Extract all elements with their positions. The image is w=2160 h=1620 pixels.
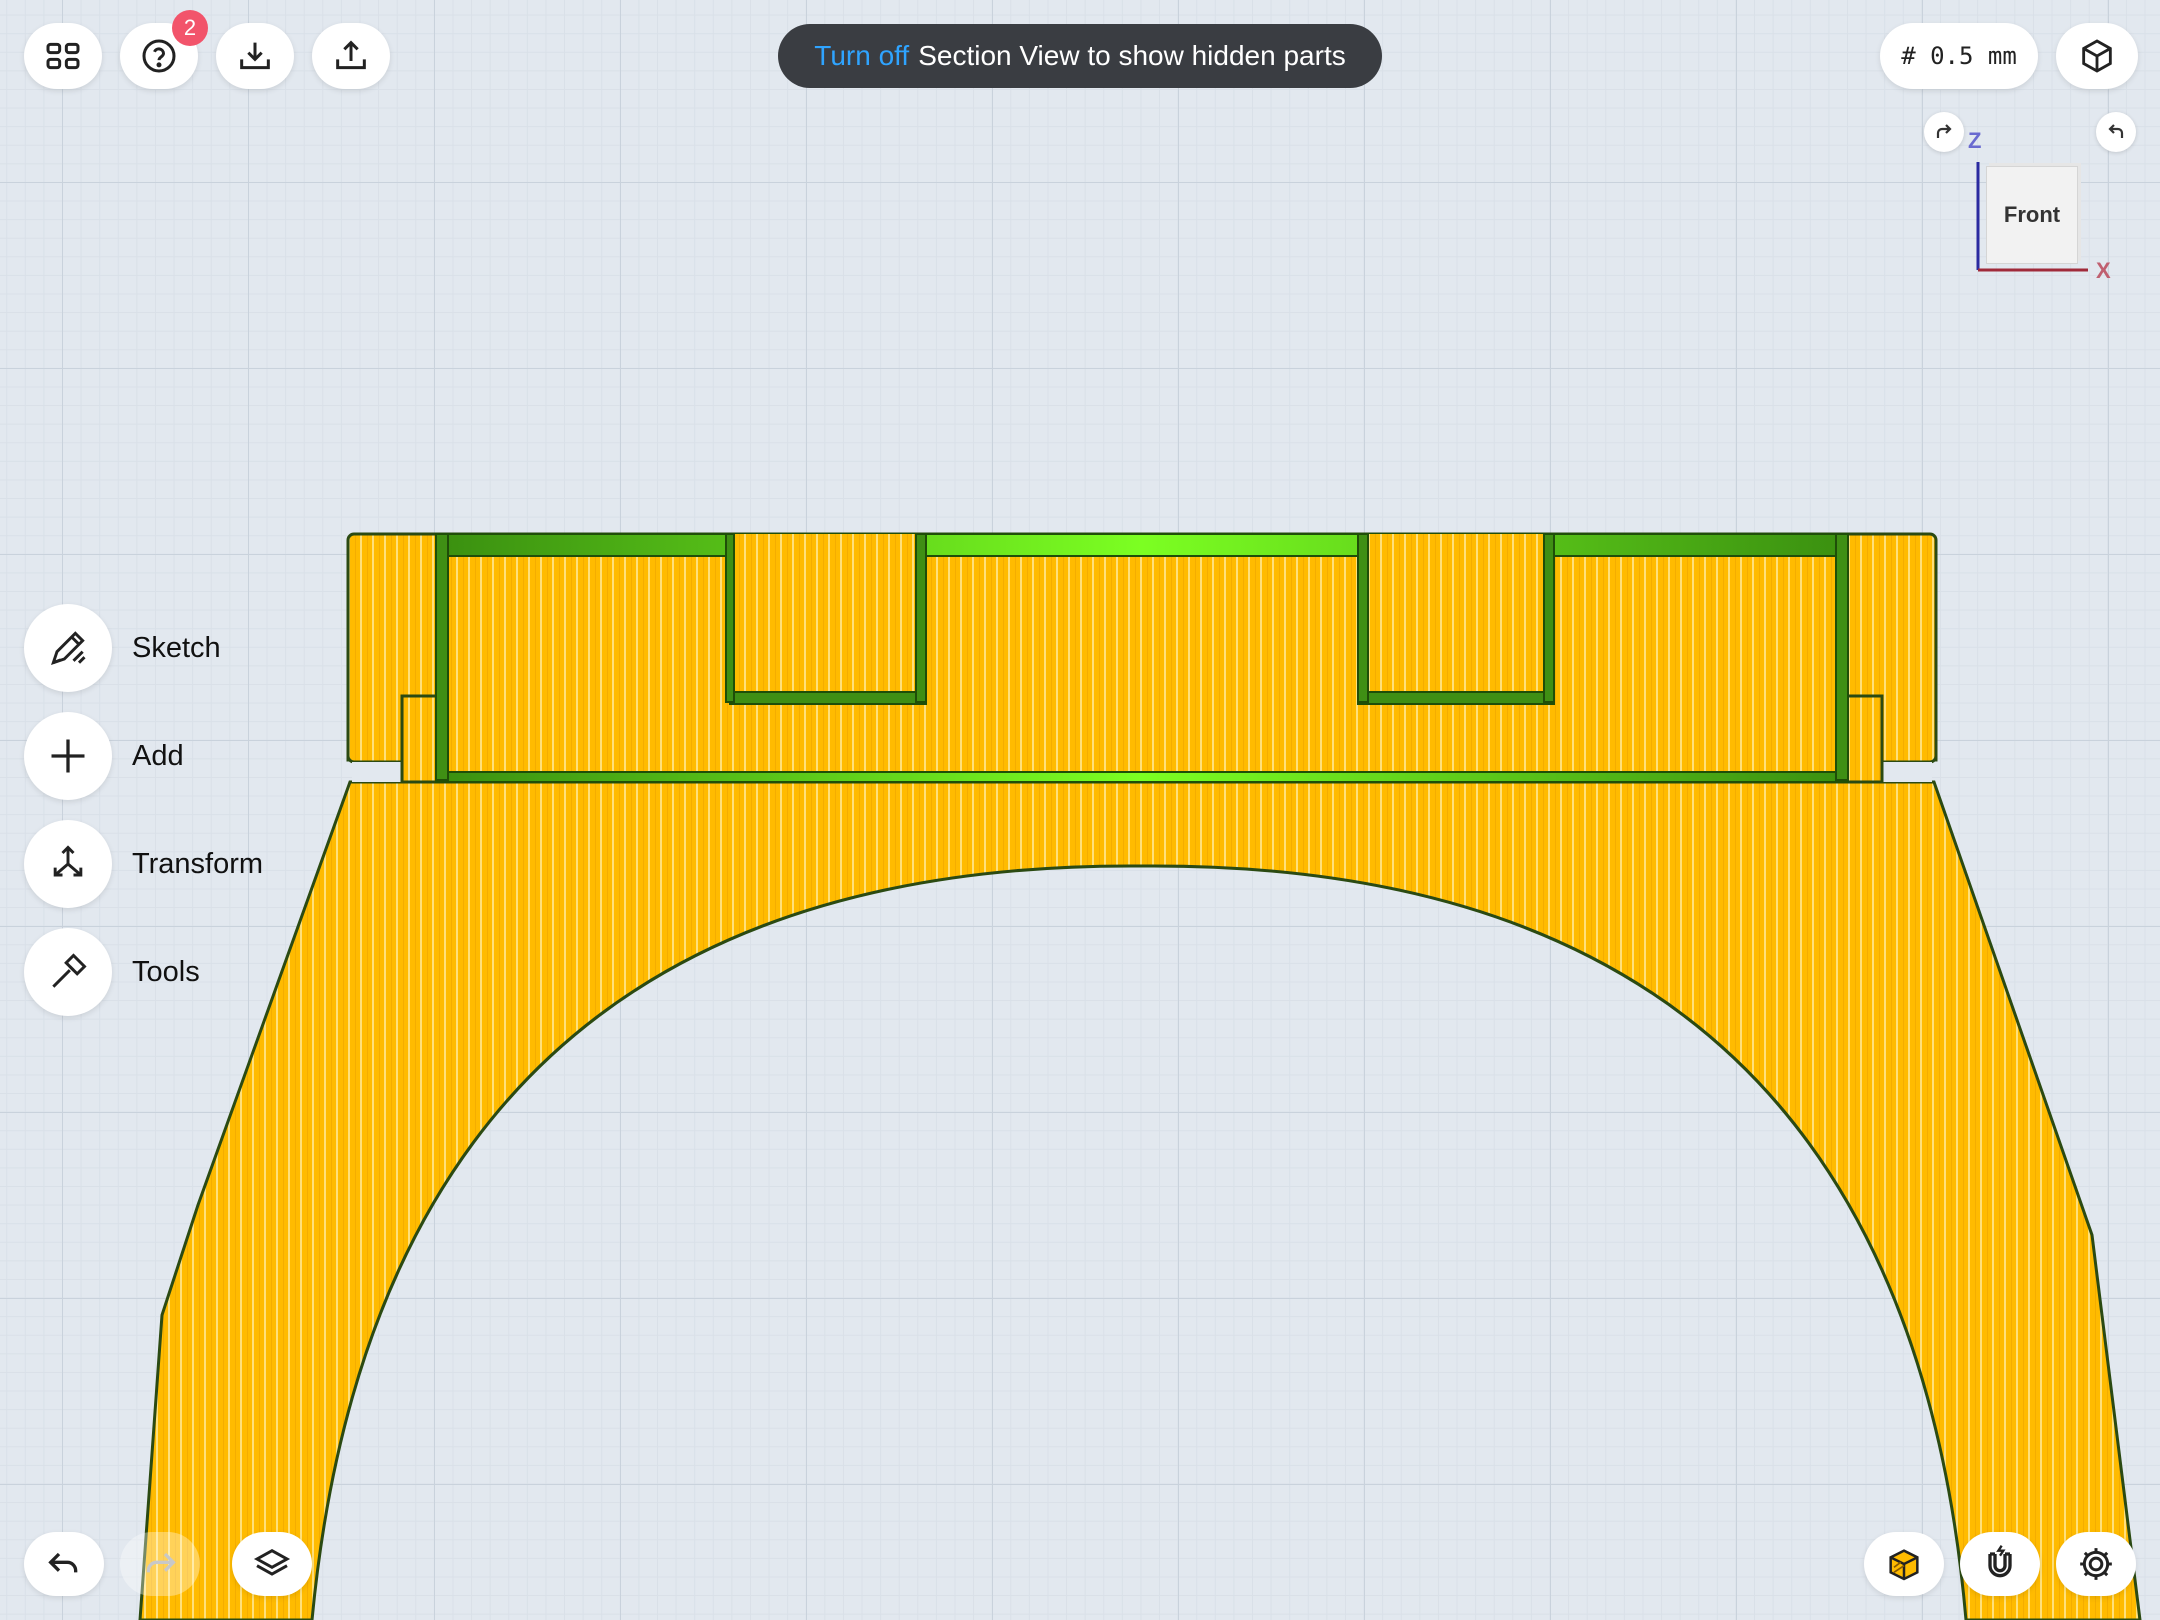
sidebar-item-transform[interactable]: Transform	[24, 820, 263, 908]
section-right-wall	[1835, 533, 1849, 781]
transform-button[interactable]	[24, 820, 112, 908]
settings-button[interactable]	[2056, 1532, 2136, 1596]
turn-off-section-link[interactable]: Turn off	[814, 40, 909, 72]
axis-z-label: Z	[1968, 128, 1982, 153]
redo-icon	[146, 1552, 176, 1573]
sidebar-item-add[interactable]: Add	[24, 712, 184, 800]
part-right-notch[interactable]	[1366, 534, 1544, 700]
export-button[interactable]	[312, 23, 390, 89]
section-left-wall	[435, 533, 449, 781]
appearance-button[interactable]	[1864, 1532, 1944, 1596]
question-circle-icon	[142, 39, 176, 73]
grid-size-button[interactable]: # 0.5 mm	[1880, 23, 2038, 89]
layers-button[interactable]	[232, 1532, 312, 1596]
redo-button[interactable]	[120, 1532, 200, 1596]
snap-button[interactable]	[1960, 1532, 2040, 1596]
view-mode-button[interactable]	[2056, 23, 2138, 89]
section-right-notch-side2	[1543, 533, 1555, 703]
transform-icon	[53, 845, 83, 877]
section-left-notch-edge	[729, 691, 927, 705]
gear-icon	[2080, 1548, 2112, 1580]
tools-button[interactable]	[24, 928, 112, 1016]
rotate-cw-icon	[1936, 124, 1952, 138]
layers-icon	[253, 1548, 291, 1576]
section-right-notch-edge	[1357, 691, 1555, 705]
section-view-message: Section View to show hidden parts	[918, 40, 1346, 71]
sidebar-item-label: Tools	[132, 955, 200, 988]
section-top-edge	[435, 533, 1849, 557]
import-button[interactable]	[216, 23, 294, 89]
undo-button[interactable]	[24, 1532, 104, 1596]
axis-x-label: X	[2096, 258, 2111, 283]
help-badge: 2	[172, 10, 208, 46]
sidebar-item-label: Transform	[132, 847, 264, 880]
model-viewport[interactable]	[0, 0, 2160, 1620]
part-arch-body[interactable]	[138, 780, 2142, 1620]
sketch-button[interactable]	[24, 604, 112, 692]
sidebar-item-tools[interactable]: Tools	[24, 928, 200, 1016]
rotate-ccw-icon	[2108, 124, 2124, 138]
plus-icon	[51, 739, 85, 773]
pencil-icon	[51, 631, 86, 665]
sidebar-item-label: Add	[132, 739, 184, 772]
add-button[interactable]	[24, 712, 112, 800]
undo-icon	[48, 1552, 78, 1573]
download-icon	[240, 42, 270, 70]
section-left-notch-side2	[725, 533, 735, 703]
part-inner-block[interactable]	[436, 538, 1848, 782]
sidebar-item-sketch[interactable]: Sketch	[24, 604, 221, 692]
rotate-right-button[interactable]	[2096, 112, 2136, 152]
section-bottom-edge	[435, 771, 1849, 783]
upload-icon	[336, 40, 366, 70]
section-view-toast: Turn off Section View to show hidden par…	[778, 24, 1382, 88]
section-right-notch-side	[1357, 533, 1369, 703]
viewcube-front-face[interactable]: Front	[1986, 166, 2078, 264]
hammer-icon	[52, 953, 87, 988]
cube-icon	[2082, 39, 2112, 73]
projects-button[interactable]	[24, 23, 102, 89]
shaded-cube-icon	[1889, 1549, 1919, 1581]
grid-icon	[46, 42, 80, 70]
section-left-notch-side	[915, 533, 927, 703]
part-left-notch[interactable]	[730, 534, 916, 700]
rotate-left-button[interactable]	[1924, 112, 1964, 152]
magnet-icon	[1988, 1545, 2012, 1578]
sidebar-item-label: Sketch	[132, 631, 221, 664]
